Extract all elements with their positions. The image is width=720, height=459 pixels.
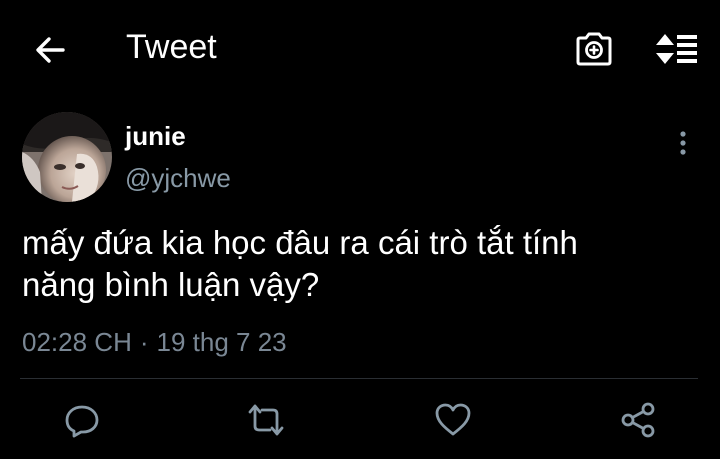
avatar-photo [22, 112, 112, 202]
camera-icon [576, 32, 612, 66]
tweet-time: 02:28 CH [22, 327, 132, 357]
divider [20, 378, 698, 379]
retweet-button[interactable] [246, 400, 286, 440]
more-options-button[interactable] [668, 126, 698, 160]
more-vertical-icon [680, 131, 686, 155]
meta-separator: · [139, 327, 149, 357]
heart-icon [435, 403, 471, 436]
reply-button[interactable] [62, 400, 102, 440]
tweet-date: 19 thg 7 23 [156, 327, 287, 357]
sort-icon [656, 34, 697, 64]
like-button[interactable] [433, 400, 473, 440]
top-bar: Tweet [0, 0, 720, 96]
sort-button[interactable] [652, 28, 700, 70]
author-display-name[interactable]: junie [125, 121, 186, 151]
page-title: Tweet [126, 28, 217, 66]
tweet-text-line-2: năng bình luận vậy? [22, 266, 320, 303]
tweet-timestamp: 02:28 CH · 19 thg 7 23 [22, 326, 287, 358]
arrow-left-icon [36, 37, 65, 63]
share-icon [621, 402, 655, 438]
camera-button[interactable] [572, 28, 616, 70]
reply-icon [65, 405, 99, 438]
tweet-text-line-1: mấy đứa kia học đâu ra cái trò tắt tính [22, 224, 578, 261]
avatar[interactable] [22, 112, 112, 202]
tweet-text: mấy đứa kia học đâu ra cái trò tắt tính … [22, 222, 702, 306]
author-handle[interactable]: @yjchwe [125, 163, 231, 193]
share-button[interactable] [618, 400, 658, 440]
back-button[interactable] [30, 30, 70, 70]
retweet-icon [248, 404, 284, 436]
